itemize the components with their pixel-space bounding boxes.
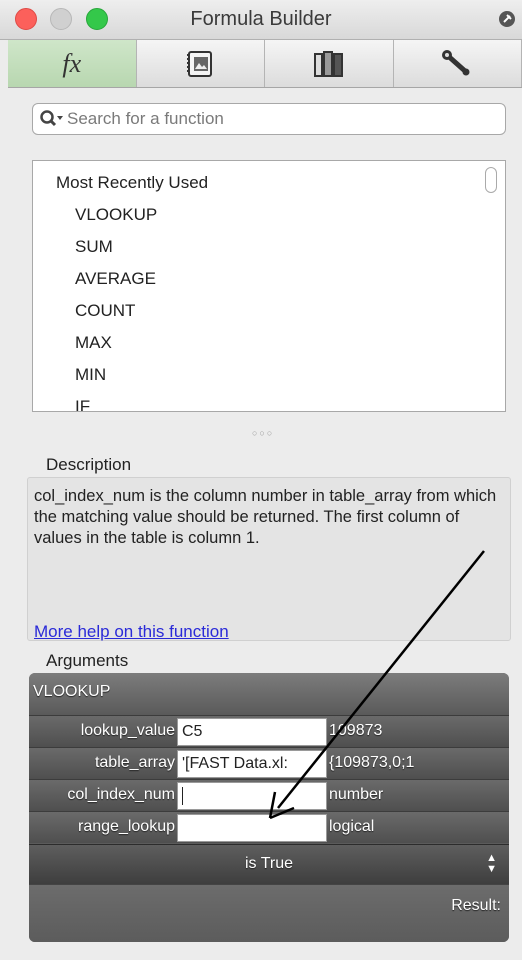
col-index-num-field[interactable] <box>177 782 327 810</box>
media-browser-icon <box>187 50 213 77</box>
argument-name: lookup_value <box>80 722 175 739</box>
pin-icon[interactable] <box>498 10 516 28</box>
description-heading: Description <box>46 455 132 474</box>
argument-row: col_index_num number <box>29 779 509 811</box>
argument-result: number <box>329 786 384 803</box>
search-icon[interactable] <box>39 109 65 129</box>
select-value: is True <box>244 855 293 872</box>
argument-row: table_array '[FAST Data.xl: {109873,0;1 <box>29 747 509 779</box>
select-arrows-icon: ▲ ▼ <box>486 852 497 875</box>
title-bar: Formula Builder <box>0 0 522 40</box>
arguments-panel: VLOOKUP lookup_value C5 109873 table_arr… <box>29 673 509 942</box>
list-item[interactable]: MAX <box>75 333 112 353</box>
argument-result: logical <box>329 818 375 835</box>
argument-name: range_lookup <box>78 818 175 835</box>
tab-formula-builder[interactable]: fx <box>8 40 137 87</box>
list-group-heading: Most Recently Used <box>56 173 209 192</box>
list-item[interactable]: IF <box>75 397 90 411</box>
argument-row: range_lookup logical <box>29 811 509 843</box>
list-item[interactable]: MIN <box>75 365 106 385</box>
result-row: Result: <box>29 884 509 942</box>
list-item[interactable]: AVERAGE <box>75 269 156 289</box>
more-help-link[interactable]: More help on this function <box>34 621 229 642</box>
argument-name: col_index_num <box>67 786 175 803</box>
description-panel: col_index_num is the column number in ta… <box>27 477 511 641</box>
tab-settings[interactable] <box>394 40 522 87</box>
tab-reference-library[interactable] <box>265 40 394 87</box>
argument-result: {109873,0;1 <box>329 754 415 771</box>
argument-result: 109873 <box>329 722 383 739</box>
search-box[interactable] <box>32 103 506 135</box>
range-lookup-select[interactable]: is True ▲ ▼ <box>29 844 509 884</box>
toolbar: fx <box>8 40 522 88</box>
argument-name: table_array <box>94 754 175 771</box>
result-label: Result: <box>451 897 501 914</box>
library-icon <box>313 50 343 77</box>
function-list[interactable]: Most Recently Used VLOOKUP SUM AVERAGE C… <box>32 160 506 412</box>
text-cursor <box>182 787 183 805</box>
argument-row: lookup_value C5 109873 <box>29 715 509 747</box>
tab-media-browser[interactable] <box>137 40 265 87</box>
list-scrollbar[interactable] <box>485 167 497 193</box>
description-text: col_index_num is the column number in ta… <box>34 487 497 547</box>
range-lookup-field[interactable] <box>177 814 327 842</box>
arguments-heading: Arguments <box>46 651 129 670</box>
lookup-value-field[interactable]: C5 <box>177 718 327 746</box>
function-name: VLOOKUP <box>29 673 509 715</box>
wrench-icon <box>442 49 470 75</box>
list-item[interactable]: SUM <box>75 237 113 257</box>
list-item[interactable]: COUNT <box>75 301 135 321</box>
table-array-field[interactable]: '[FAST Data.xl: <box>177 750 327 778</box>
function-icon: fx <box>62 48 82 78</box>
search-input[interactable] <box>67 109 487 129</box>
splitter-handle[interactable]: ○○○ <box>252 428 274 438</box>
list-item[interactable]: VLOOKUP <box>75 205 157 225</box>
window-title: Formula Builder <box>190 8 332 30</box>
